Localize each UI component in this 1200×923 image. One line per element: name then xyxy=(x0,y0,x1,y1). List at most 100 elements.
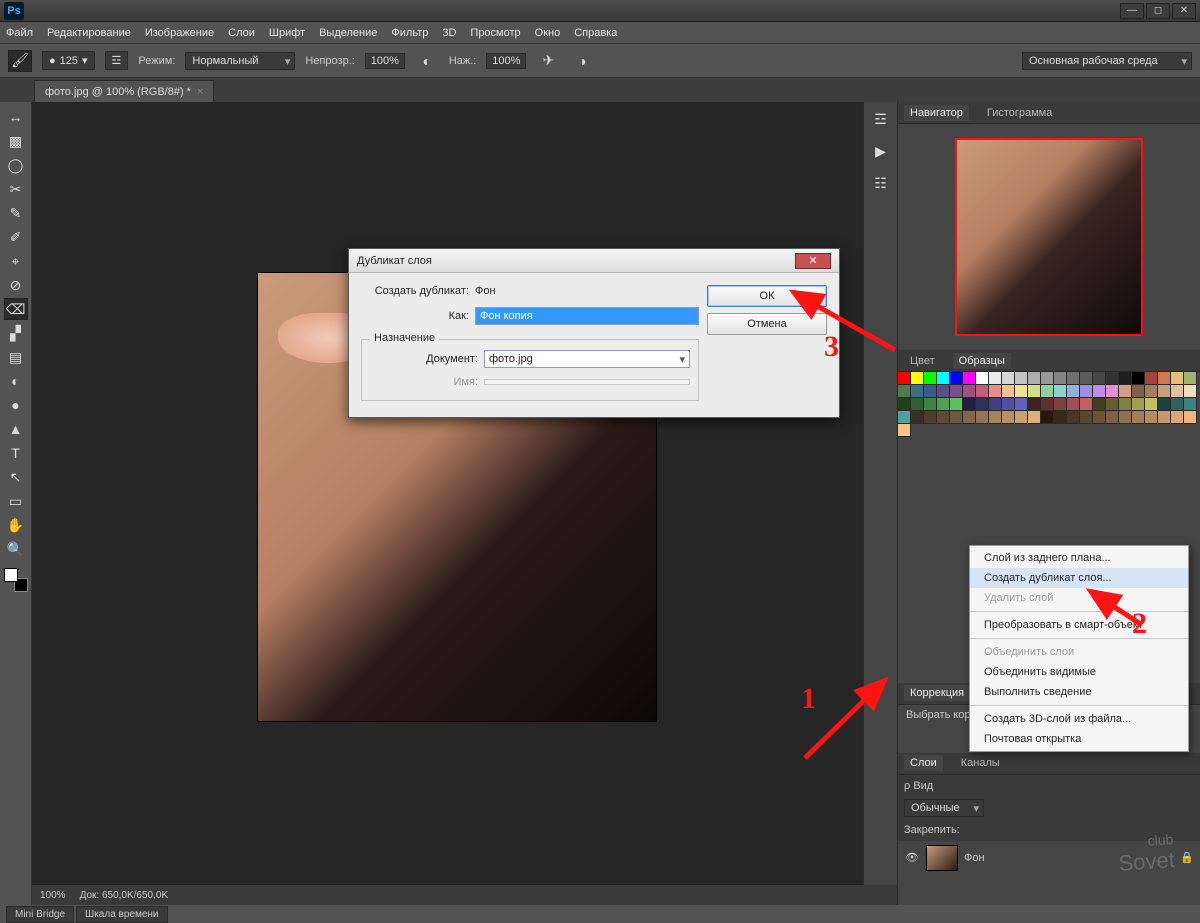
swatch[interactable] xyxy=(937,385,950,398)
swatch[interactable] xyxy=(963,398,976,411)
swatch[interactable] xyxy=(1132,411,1145,424)
workspace-select[interactable]: Основная рабочая среда xyxy=(1022,52,1192,70)
swatch[interactable] xyxy=(898,372,911,385)
menu-шрифт[interactable]: Шрифт xyxy=(269,27,305,39)
maximize-icon[interactable]: ◻ xyxy=(1146,3,1170,19)
swatch[interactable] xyxy=(1067,385,1080,398)
swatch[interactable] xyxy=(1028,411,1041,424)
history-icon[interactable]: ☲ xyxy=(869,108,893,130)
swatch[interactable] xyxy=(1015,385,1028,398)
swatch[interactable] xyxy=(1080,398,1093,411)
blend-mode-select[interactable]: Нормальный xyxy=(185,52,295,70)
swatch[interactable] xyxy=(924,398,937,411)
menu-просмотр[interactable]: Просмотр xyxy=(470,27,520,39)
tab-color[interactable]: Цвет xyxy=(904,353,941,369)
swatch[interactable] xyxy=(963,372,976,385)
swatch[interactable] xyxy=(1119,411,1132,424)
layers-filter[interactable]: ρ Вид xyxy=(904,780,933,792)
actions-icon[interactable]: ▶ xyxy=(869,140,893,162)
swatch[interactable] xyxy=(976,411,989,424)
context-menu-item[interactable]: Слой из заднего плана... xyxy=(970,548,1188,568)
swatch[interactable] xyxy=(1028,385,1041,398)
swatch[interactable] xyxy=(1002,398,1015,411)
context-menu-item[interactable]: Почтовая открытка xyxy=(970,729,1188,749)
swatch[interactable] xyxy=(950,411,963,424)
swatch[interactable] xyxy=(911,398,924,411)
context-menu-item[interactable]: Создать 3D-слой из файла... xyxy=(970,709,1188,729)
swatch[interactable] xyxy=(911,385,924,398)
dest-doc-select[interactable]: фото.jpg xyxy=(484,350,690,368)
swatch[interactable] xyxy=(1145,372,1158,385)
swatch[interactable] xyxy=(1145,411,1158,424)
tool-15[interactable]: ↖ xyxy=(4,466,28,488)
tab-swatches[interactable]: Образцы xyxy=(953,353,1011,369)
menu-окно[interactable]: Окно xyxy=(535,27,561,39)
swatch[interactable] xyxy=(1119,372,1132,385)
tool-7[interactable]: ⊘ xyxy=(4,274,28,296)
swatch[interactable] xyxy=(1041,372,1054,385)
swatch[interactable] xyxy=(963,411,976,424)
swatch[interactable] xyxy=(1041,411,1054,424)
swatch[interactable] xyxy=(976,385,989,398)
canvas-area[interactable] xyxy=(32,102,863,905)
navigator-thumbnail[interactable] xyxy=(955,138,1143,336)
swatch[interactable] xyxy=(1054,372,1067,385)
swatch[interactable] xyxy=(1106,385,1119,398)
swatch[interactable] xyxy=(1171,411,1184,424)
menu-слои[interactable]: Слои xyxy=(228,27,255,39)
flow-input[interactable]: 100% xyxy=(486,53,526,69)
swatch[interactable] xyxy=(1158,372,1171,385)
swatch[interactable] xyxy=(898,385,911,398)
swatch[interactable] xyxy=(1158,398,1171,411)
brush-tool-icon[interactable]: 🖌 xyxy=(8,50,32,72)
dup-as-input[interactable]: Фон копия xyxy=(475,307,699,325)
tab-adjustments[interactable]: Коррекция xyxy=(904,685,970,701)
tool-12[interactable]: ● xyxy=(4,394,28,416)
pressure-size-icon[interactable]: ◑ xyxy=(570,50,594,72)
swatch[interactable] xyxy=(1158,385,1171,398)
pressure-opacity-icon[interactable]: ◐ xyxy=(415,50,439,72)
swatch[interactable] xyxy=(989,398,1002,411)
menu-редактирование[interactable]: Редактирование xyxy=(47,27,131,39)
dialog-close-icon[interactable]: ✕ xyxy=(795,253,831,269)
tool-16[interactable]: ▭ xyxy=(4,490,28,512)
tab-timeline[interactable]: Шкала времени xyxy=(76,906,167,923)
tool-14[interactable]: T xyxy=(4,442,28,464)
airbrush-icon[interactable]: ✈ xyxy=(536,50,560,72)
swatch[interactable] xyxy=(1132,372,1145,385)
swatch[interactable] xyxy=(1106,411,1119,424)
visibility-icon[interactable]: 👁 xyxy=(904,851,920,864)
tool-0[interactable]: ↔ xyxy=(4,106,28,128)
swatch[interactable] xyxy=(1054,411,1067,424)
swatch[interactable] xyxy=(911,372,924,385)
swatch[interactable] xyxy=(1093,372,1106,385)
swatch[interactable] xyxy=(1171,398,1184,411)
swatch[interactable] xyxy=(937,372,950,385)
swatch[interactable] xyxy=(1054,398,1067,411)
swatch[interactable] xyxy=(1171,385,1184,398)
swatch[interactable] xyxy=(1015,398,1028,411)
swatch[interactable] xyxy=(1145,385,1158,398)
swatch[interactable] xyxy=(1132,385,1145,398)
close-tab-icon[interactable]: × xyxy=(197,86,203,98)
swatch[interactable] xyxy=(937,398,950,411)
menu-выделение[interactable]: Выделение xyxy=(319,27,377,39)
tool-3[interactable]: ✂ xyxy=(4,178,28,200)
swatch[interactable] xyxy=(1093,398,1106,411)
swatch[interactable] xyxy=(976,372,989,385)
tab-mini-bridge[interactable]: Mini Bridge xyxy=(6,906,74,923)
zoom-value[interactable]: 100% xyxy=(40,890,66,901)
swatch[interactable] xyxy=(1028,372,1041,385)
layer-thumbnail[interactable] xyxy=(926,845,958,871)
swatch[interactable] xyxy=(1002,385,1015,398)
swatch[interactable] xyxy=(1184,385,1197,398)
swatch[interactable] xyxy=(1145,398,1158,411)
brush-panel-icon[interactable]: ☲ xyxy=(105,51,129,70)
tab-channels[interactable]: Каналы xyxy=(955,755,1006,771)
ok-button[interactable]: ОК xyxy=(707,285,827,307)
tool-11[interactable]: ◐ xyxy=(4,370,28,392)
document-tab[interactable]: фото.jpg @ 100% (RGB/8#) * × xyxy=(34,80,214,102)
swatch[interactable] xyxy=(1184,372,1197,385)
menu-3d[interactable]: 3D xyxy=(442,27,456,39)
swatch[interactable] xyxy=(1054,385,1067,398)
